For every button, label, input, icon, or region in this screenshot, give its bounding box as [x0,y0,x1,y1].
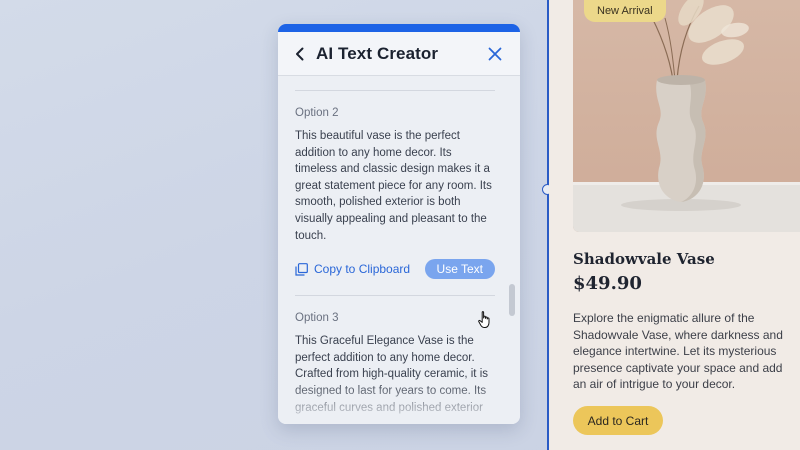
divider [295,90,495,91]
product-card: New Arrival Shadowvale Vase $49.90 Explo… [549,0,800,450]
copy-icon [295,262,308,276]
pointer-hand-icon [478,311,490,328]
copy-label: Copy to Clipboard [314,262,411,277]
option-label: Option 3 [295,312,339,325]
panel-header: AI Text Creator [278,32,520,76]
product-price: $49.90 [573,273,642,294]
product-name: Shadowvale Vase [573,250,715,268]
copy-to-clipboard-link[interactable]: Copy to Clipboard [295,262,410,276]
use-text-button[interactable]: Use Text [424,259,495,280]
panel-accent-bar [278,24,520,32]
option-label: Option 2 [295,107,339,119]
option-text: This beautiful vase is the perfect addit… [295,130,492,242]
panel-title: AI Text Creator [316,43,439,63]
bottom-fade [278,380,520,424]
divider [295,295,495,297]
add-to-cart-button[interactable]: Add to Cart [573,406,663,435]
options-list: Copy to Clipboard Use Text Option 2 This… [295,76,495,424]
back-arrow-icon[interactable] [292,46,308,62]
close-icon[interactable] [486,45,504,63]
product-description: Explore the enigmatic allure of the Shad… [573,311,783,391]
scrollbar-thumb[interactable] [509,284,515,316]
options-scroll-area[interactable]: Copy to Clipboard Use Text Option 2 This… [278,76,520,424]
new-arrival-badge: New Arrival [584,0,666,22]
ai-text-creator-panel: AI Text Creator Copy to Clipboard Use Te… [278,24,520,424]
product-image [573,0,800,232]
option-2-actions: Copy to Clipboard Use Text [295,258,495,280]
